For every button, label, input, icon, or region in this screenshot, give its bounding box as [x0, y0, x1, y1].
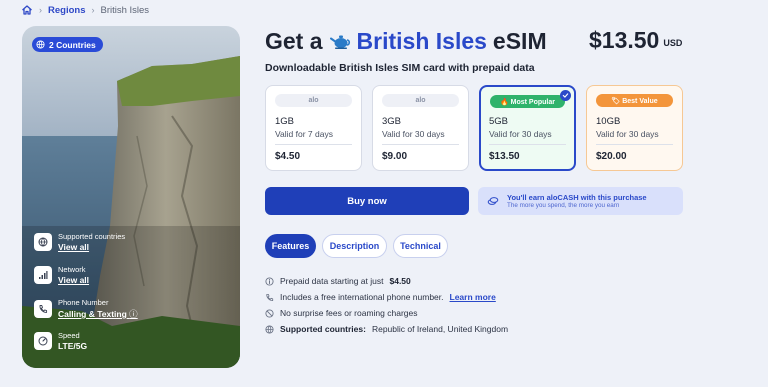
- plan-card-3gb[interactable]: alo 3GB Valid for 30 days $9.00: [372, 85, 469, 171]
- feature-phone: Includes a free international phone numb…: [265, 291, 496, 303]
- no-fees-icon: [265, 308, 274, 318]
- feature-speed: Speed LTE/5G: [34, 331, 87, 351]
- feature-network: Network View all: [34, 265, 89, 285]
- plan-data: 3GB: [382, 116, 402, 127]
- plan-validity: Valid for 30 days: [382, 129, 445, 139]
- calling-texting-link[interactable]: Calling & Texting ⓘ: [58, 308, 138, 320]
- plan-price: $9.00: [382, 151, 408, 162]
- plan-card-10gb[interactable]: 🏷 Best Value 10GB Valid for 30 days $20.…: [586, 85, 683, 171]
- plan-tag: alo: [275, 94, 352, 107]
- chevron-right-icon: ›: [91, 5, 95, 15]
- prepaid-text: Prepaid data starting at just: [280, 276, 384, 286]
- tab-technical[interactable]: Technical: [393, 234, 448, 258]
- globe-icon: [36, 40, 45, 49]
- feature-label: Supported countries: [58, 232, 126, 241]
- most-popular-tag: 🔥 Most Popular: [490, 95, 565, 108]
- info-icon[interactable]: ⓘ: [129, 309, 138, 319]
- divider: [489, 144, 566, 145]
- page-subtitle: Downloadable British Isles SIM card with…: [265, 62, 535, 74]
- feature-value: LTE/5G: [58, 341, 88, 351]
- feature-phone-number: Phone Number Calling & Texting ⓘ: [34, 298, 138, 320]
- feature-label: Network: [58, 265, 86, 274]
- plan-validity: Valid for 7 days: [275, 129, 333, 139]
- teapot-icon: [329, 32, 352, 50]
- plan-price: $4.50: [275, 151, 301, 162]
- best-value-tag: 🏷 Best Value: [596, 94, 673, 107]
- feature-label: Speed: [58, 331, 80, 340]
- plan-card-1gb[interactable]: alo 1GB Valid for 7 days $4.50: [265, 85, 362, 171]
- divider: [382, 144, 459, 145]
- divider: [596, 144, 673, 145]
- price-currency: USD: [663, 38, 683, 48]
- tab-features[interactable]: Features: [265, 234, 316, 258]
- phone-text: Includes a free international phone numb…: [280, 292, 444, 302]
- chevron-right-icon: ›: [39, 5, 42, 15]
- home-icon[interactable]: [21, 4, 33, 16]
- title-destination: British Isles: [356, 27, 487, 54]
- view-all-countries-link[interactable]: View all: [58, 242, 125, 252]
- countries-badge-label: 2 Countries: [49, 39, 96, 50]
- plan-price: $20.00: [596, 151, 627, 162]
- plan-data: 5GB: [489, 116, 509, 127]
- info-icon: [265, 276, 274, 286]
- alocash-title: You'll earn aloCASH with this purchase: [507, 193, 647, 202]
- selected-price: $13.50 USD: [589, 26, 682, 54]
- feature-prepaid: Prepaid data starting at just $4.50: [265, 275, 411, 287]
- feature-countries: Supported countries: Republic of Ireland…: [265, 323, 508, 335]
- divider: [275, 144, 352, 145]
- plan-validity: Valid for 30 days: [489, 129, 552, 139]
- buy-now-button[interactable]: Buy now: [265, 187, 469, 215]
- destination-image: 2 Countries Supported countries View all…: [22, 26, 240, 368]
- phone-icon: [265, 293, 274, 302]
- title-suffix: eSIM: [492, 27, 547, 54]
- plan-data: 10GB: [596, 116, 621, 127]
- breadcrumb-current: British Isles: [100, 4, 150, 16]
- view-all-networks-link[interactable]: View all: [58, 275, 89, 285]
- coins-icon: [487, 195, 499, 207]
- plan-data: 1GB: [275, 116, 295, 127]
- feature-label: Phone Number: [58, 298, 109, 307]
- fees-text: No surprise fees or roaming charges: [280, 308, 418, 318]
- countries-badge: 2 Countries: [32, 37, 103, 52]
- plan-tag: alo: [382, 94, 459, 107]
- alocash-subtitle: The more you spend, the more you earn: [507, 202, 620, 209]
- breadcrumb: › Regions › British Isles: [21, 3, 149, 17]
- plan-validity: Valid for 30 days: [596, 129, 659, 139]
- signal-icon: [34, 266, 52, 284]
- feature-supported-countries: Supported countries View all: [34, 232, 125, 252]
- plan-card-5gb[interactable]: 🔥 Most Popular 5GB Valid for 30 days $13…: [479, 85, 576, 171]
- check-icon: [560, 90, 571, 101]
- phone-icon: [34, 300, 52, 318]
- breadcrumb-regions[interactable]: Regions: [48, 5, 85, 16]
- plan-price: $13.50: [489, 151, 520, 162]
- countries-label: Supported countries:: [280, 324, 366, 334]
- alocash-banner: You'll earn aloCASH with this purchase T…: [478, 187, 683, 215]
- globe-icon: [34, 233, 52, 251]
- globe-icon: [265, 324, 274, 334]
- countries-value: Republic of Ireland, United Kingdom: [371, 324, 509, 334]
- learn-more-link[interactable]: Learn more: [450, 292, 496, 302]
- gauge-icon: [34, 332, 52, 350]
- page-title: Get a British Isles eSIM: [265, 27, 547, 55]
- title-prefix: Get a: [265, 27, 323, 54]
- feature-fees: No surprise fees or roaming charges: [265, 307, 417, 319]
- prepaid-price: $4.50: [389, 276, 411, 286]
- price-amount: $13.50: [589, 26, 660, 53]
- tab-description[interactable]: Description: [322, 234, 387, 258]
